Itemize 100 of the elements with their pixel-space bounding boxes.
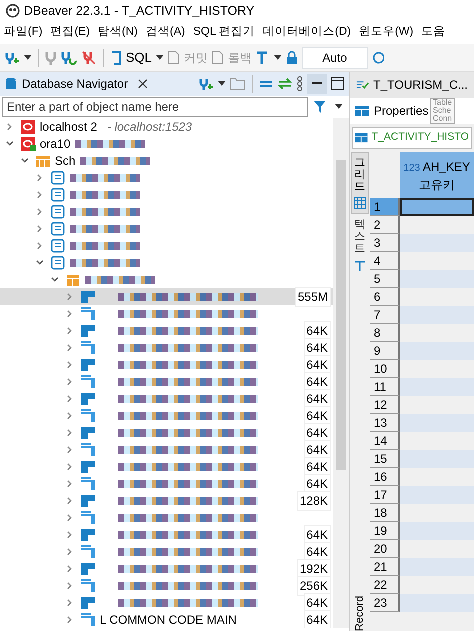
menu-item[interactable]: 검색(A)	[146, 24, 186, 42]
history-icon[interactable]	[372, 50, 384, 64]
menu-item[interactable]: 편집(E)	[50, 24, 90, 42]
commit-mode-field[interactable]: Auto	[302, 46, 368, 68]
menu-item[interactable]: 데이터베이스(D)	[263, 24, 352, 42]
menu-item[interactable]: 탐색(N)	[98, 24, 138, 42]
expand-chevron-icon[interactable]	[66, 564, 74, 572]
expand-chevron-icon[interactable]	[66, 462, 74, 470]
expand-chevron-icon[interactable]	[66, 360, 74, 368]
expand-chevron-icon[interactable]	[36, 174, 44, 182]
tree-row[interactable]: 64K	[0, 407, 333, 424]
lock-icon[interactable]	[286, 50, 298, 64]
properties-tab[interactable]: Properties	[374, 102, 429, 120]
tree-row[interactable]: 64K	[0, 390, 333, 407]
view-tab[interactable]: 그리드	[351, 152, 369, 214]
tree-row[interactable]: 128K	[0, 492, 333, 509]
tree-row[interactable]: 64K	[0, 458, 333, 475]
plug-disconnect-icon[interactable]	[81, 50, 97, 66]
tree-row[interactable]: 64K	[0, 441, 333, 458]
tree-row[interactable]: 555M	[0, 288, 333, 305]
rollback-icon[interactable]	[212, 50, 224, 64]
filter-icon[interactable]	[313, 100, 329, 114]
more-icon[interactable]	[297, 76, 303, 92]
collapse-chevron-icon[interactable]	[36, 258, 44, 266]
record-tab[interactable]: Record	[354, 596, 366, 631]
sql-editor-icon[interactable]	[110, 50, 122, 66]
row-number[interactable]: 3	[370, 234, 400, 252]
expand-chevron-icon[interactable]	[36, 242, 44, 250]
row-number[interactable]: 18	[370, 504, 400, 522]
expand-chevron-icon[interactable]	[66, 496, 74, 504]
row-number[interactable]: 1	[370, 198, 400, 216]
tree-row[interactable]: 64K	[0, 526, 333, 543]
expand-chevron-icon[interactable]	[66, 480, 74, 488]
scrollbar[interactable]	[333, 118, 349, 628]
row-number[interactable]: 2	[370, 216, 400, 234]
tree-row[interactable]: 64K	[0, 594, 333, 611]
expand-chevron-icon[interactable]	[36, 224, 44, 232]
tree-row[interactable]: 64K	[0, 424, 333, 441]
expand-chevron-icon[interactable]	[66, 598, 74, 606]
expand-chevron-icon[interactable]	[66, 292, 74, 300]
sql-button[interactable]: SQL	[126, 48, 152, 68]
row-number[interactable]: 20	[370, 540, 400, 558]
maximize-icon[interactable]	[331, 77, 345, 91]
caret-icon[interactable]	[218, 81, 226, 87]
row-number[interactable]: 19	[370, 522, 400, 540]
row-number[interactable]: 12	[370, 396, 400, 414]
tree-row[interactable]: 64K	[0, 322, 333, 339]
column-header[interactable]: 123 AH_KEY 고유키	[400, 152, 474, 198]
expand-chevron-icon[interactable]	[66, 378, 74, 386]
tree-label[interactable]: L COMMON CODE MAIN	[100, 610, 237, 628]
tree-row[interactable]: 192K	[0, 560, 333, 577]
tree-row[interactable]: 64K	[0, 373, 333, 390]
expand-chevron-icon[interactable]	[66, 582, 74, 590]
expand-chevron-icon[interactable]	[66, 326, 74, 334]
expand-chevron-icon[interactable]	[36, 208, 44, 216]
collapse-chevron-icon[interactable]	[21, 156, 29, 164]
expand-chevron-icon[interactable]	[66, 616, 74, 624]
tree-label[interactable]: ora10	[40, 134, 71, 152]
row-number[interactable]: 21	[370, 558, 400, 576]
collapse-icon[interactable]	[259, 80, 273, 88]
row-number[interactable]: 14	[370, 432, 400, 450]
row-number[interactable]: 16	[370, 468, 400, 486]
row-number[interactable]: 13	[370, 414, 400, 432]
tree-row[interactable]: 64K	[0, 339, 333, 356]
row-number[interactable]: 8	[370, 324, 400, 342]
caret-icon[interactable]	[335, 104, 343, 110]
tree-label[interactable]: Sch	[55, 152, 76, 170]
menu-item[interactable]: 윈도우(W)	[359, 24, 414, 42]
row-number[interactable]: 5	[370, 270, 400, 288]
tree-row[interactable]: 64K	[0, 475, 333, 492]
view-tab[interactable]: 텍스트	[351, 214, 369, 277]
scroll-thumb[interactable]	[336, 160, 346, 470]
tree-label[interactable]: localhost 2	[40, 118, 98, 136]
tree-row[interactable]: L COMMON CODE MAIN 64K	[0, 611, 333, 628]
tree-row[interactable]: 64K	[0, 543, 333, 560]
tree-row[interactable]: 64K	[0, 356, 333, 373]
expand-chevron-icon[interactable]	[66, 394, 74, 402]
expand-chevron-icon[interactable]	[66, 412, 74, 420]
row-number[interactable]: 9	[370, 342, 400, 360]
row-number[interactable]: 7	[370, 306, 400, 324]
caret-icon[interactable]	[274, 54, 282, 60]
plug-refresh-icon[interactable]	[61, 50, 77, 66]
plug-icon[interactable]	[45, 50, 57, 66]
row-number[interactable]: 23	[370, 594, 400, 612]
link-arrows-icon[interactable]	[277, 78, 293, 90]
caret-icon[interactable]	[156, 54, 164, 60]
expand-chevron-icon[interactable]	[66, 344, 74, 352]
tree-row[interactable]: 256K	[0, 577, 333, 594]
expand-chevron-icon[interactable]	[66, 310, 74, 318]
collapse-chevron-icon[interactable]	[51, 276, 59, 284]
menu-item[interactable]: 파일(F)	[4, 24, 43, 42]
expand-chevron-icon[interactable]	[66, 428, 74, 436]
expand-chevron-icon[interactable]	[66, 530, 74, 538]
minimize-icon[interactable]	[307, 74, 327, 94]
row-number[interactable]: 6	[370, 288, 400, 306]
close-icon[interactable]	[138, 79, 148, 89]
filter-field[interactable]: Enter a part of object name here	[2, 97, 308, 117]
row-number[interactable]: 4	[370, 252, 400, 270]
row-number[interactable]: 11	[370, 378, 400, 396]
row-number[interactable]: 10	[370, 360, 400, 378]
